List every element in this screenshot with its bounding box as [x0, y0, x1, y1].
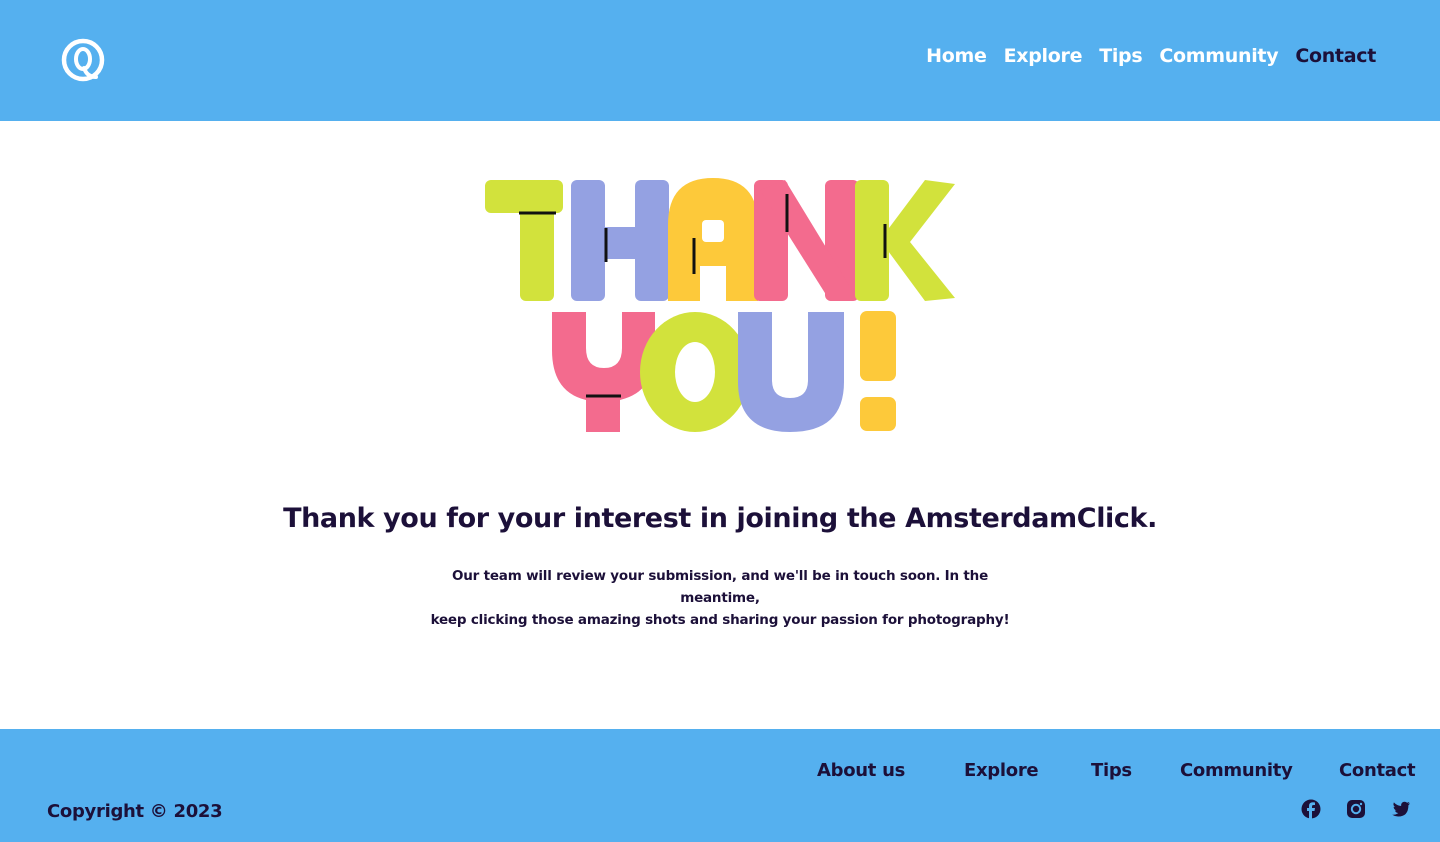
site-footer: About us Explore Tips Community Contact … — [0, 729, 1440, 842]
thank-you-headline: Thank you for your interest in joining t… — [283, 503, 1157, 534]
nav-explore-link[interactable]: Explore — [1004, 45, 1083, 67]
footer-tips-link[interactable]: Tips — [1091, 760, 1132, 781]
at-sign-logo-icon[interactable] — [60, 37, 106, 83]
nav-tips-link[interactable]: Tips — [1099, 45, 1142, 67]
footer-explore-link[interactable]: Explore — [964, 760, 1039, 781]
instagram-icon[interactable] — [1346, 799, 1366, 819]
message-line-2: keep clicking those amazing shots and sh… — [430, 612, 1010, 628]
footer-nav: About us Explore Tips Community Contact — [0, 760, 1440, 790]
footer-about-link[interactable]: About us — [817, 760, 905, 781]
footer-contact-link[interactable]: Contact — [1339, 760, 1416, 781]
twitter-icon[interactable] — [1391, 799, 1411, 819]
footer-community-link[interactable]: Community — [1180, 760, 1293, 781]
nav-contact-link[interactable]: Contact — [1295, 45, 1376, 67]
nav-community-link[interactable]: Community — [1159, 45, 1278, 67]
nav-home-link[interactable]: Home — [926, 45, 987, 67]
thank-you-illustration — [480, 170, 960, 440]
thank-you-message: Our team will review your submission, an… — [420, 565, 1020, 631]
facebook-icon[interactable] — [1301, 799, 1321, 819]
site-header: Home Explore Tips Community Contact — [0, 0, 1440, 121]
main-nav: Home Explore Tips Community Contact — [926, 45, 1376, 67]
message-line-1: Our team will review your submission, an… — [451, 568, 989, 606]
social-links — [0, 799, 1440, 821]
